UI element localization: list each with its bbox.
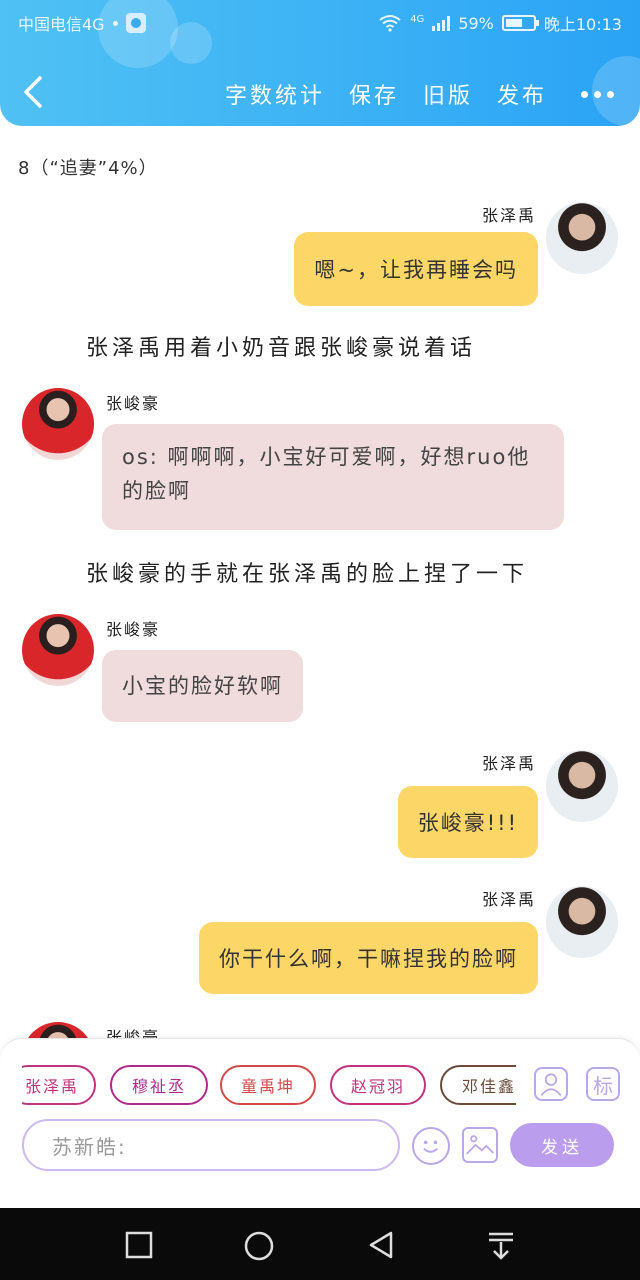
character-chip[interactable]: 邓佳鑫 [440, 1065, 516, 1105]
character-chips: 张泽禹 穆祉丞 童禹坤 赵冠羽 邓佳鑫 [22, 1065, 516, 1107]
word-count-button[interactable]: 字数统计 [225, 78, 325, 110]
message-bubble[interactable]: 嗯~，让我再睡会吗 [294, 232, 538, 306]
message-bubble[interactable]: 小宝的脸好软啊 [102, 650, 303, 722]
status-bar: 中国电信4G 4G 59% 晚上10:13 [0, 0, 640, 44]
avatar[interactable] [22, 614, 94, 686]
chat-message[interactable]: 张泽禹 你干什么啊，干嘛捏我的脸啊 [18, 886, 618, 998]
character-chip[interactable]: 张泽禹 [22, 1065, 96, 1105]
sender-name: 张泽禹 [481, 206, 536, 225]
narration-text[interactable]: 张峻豪的手就在张泽禹的脸上捏了一下 [86, 556, 528, 588]
sender-name: 张峻豪 [106, 394, 161, 413]
message-bubble[interactable]: os: 啊啊啊，小宝好可爱啊，好想ruo他的脸啊 [102, 424, 564, 530]
chat-message[interactable]: 张泽禹 张峻豪!!! [18, 750, 618, 862]
narration-text[interactable]: 张泽禹用着小奶音跟张峻豪说着话 [86, 330, 476, 362]
send-button[interactable]: 发送 [510, 1123, 614, 1167]
avatar[interactable] [22, 388, 94, 460]
character-chip[interactable]: 穆祉丞 [110, 1065, 208, 1105]
chat-message[interactable]: 张峻豪 os: 啊啊啊，小宝好可爱啊，好想ruo他的脸啊 [22, 388, 582, 538]
header-actions: 字数统计 保存 旧版 发布 [201, 78, 614, 110]
sender-name: 张峻豪 [106, 620, 161, 639]
avatar[interactable] [546, 750, 618, 822]
network-type-label: 4G [410, 13, 425, 25]
chat-message[interactable]: 张泽禹 嗯~，让我再睡会吗 [18, 202, 618, 312]
message-bubble[interactable]: 张峻豪!!! [397, 786, 538, 858]
old-version-button[interactable]: 旧版 [423, 78, 473, 110]
recents-icon[interactable] [124, 1230, 154, 1260]
system-navigation-bar [0, 1208, 640, 1280]
back-icon[interactable] [366, 1230, 396, 1260]
sender-name: 张泽禹 [481, 754, 536, 773]
notification-dot-icon [112, 20, 118, 26]
signal-icon [432, 15, 451, 31]
save-button[interactable]: 保存 [349, 78, 399, 110]
battery-icon [501, 15, 539, 31]
emoji-icon[interactable] [412, 1127, 450, 1165]
top-header: 中国电信4G 4G 59% 晚上10:13 字数统计 保存 旧版 发布 [0, 0, 640, 126]
clock: 晚上10:13 [543, 15, 622, 34]
word-count-text: 8（“追妻”4%） [18, 158, 158, 179]
chat-message[interactable]: 张峻豪 小宝的脸好软啊 [22, 614, 422, 726]
character-chip[interactable]: 童禹坤 [220, 1065, 316, 1105]
more-icon[interactable] [581, 90, 614, 98]
wifi-icon [379, 15, 401, 32]
battery-percent: 59% [458, 13, 494, 33]
avatar[interactable] [546, 202, 618, 274]
app-notification-icon [125, 13, 146, 33]
image-icon[interactable] [462, 1127, 498, 1163]
avatar[interactable] [546, 886, 618, 958]
back-arrow-icon[interactable] [18, 74, 48, 110]
character-manage-icon[interactable] [534, 1067, 568, 1101]
character-chip[interactable]: 赵冠羽 [330, 1065, 426, 1105]
carrier-label: 中国电信4G [18, 15, 105, 34]
message-bubble[interactable]: 你干什么啊，干嘛捏我的脸啊 [199, 922, 538, 994]
tag-button[interactable]: 标 [586, 1067, 620, 1101]
home-icon[interactable] [243, 1230, 275, 1262]
notification-pull-icon[interactable] [486, 1230, 516, 1262]
publish-button[interactable]: 发布 [497, 78, 547, 110]
sender-name: 张泽禹 [481, 890, 536, 909]
composer-panel: 张泽禹 穆祉丞 童禹坤 赵冠羽 邓佳鑫 标 苏新皓: 发送 [0, 1038, 640, 1208]
message-input[interactable]: 苏新皓: [22, 1119, 400, 1171]
